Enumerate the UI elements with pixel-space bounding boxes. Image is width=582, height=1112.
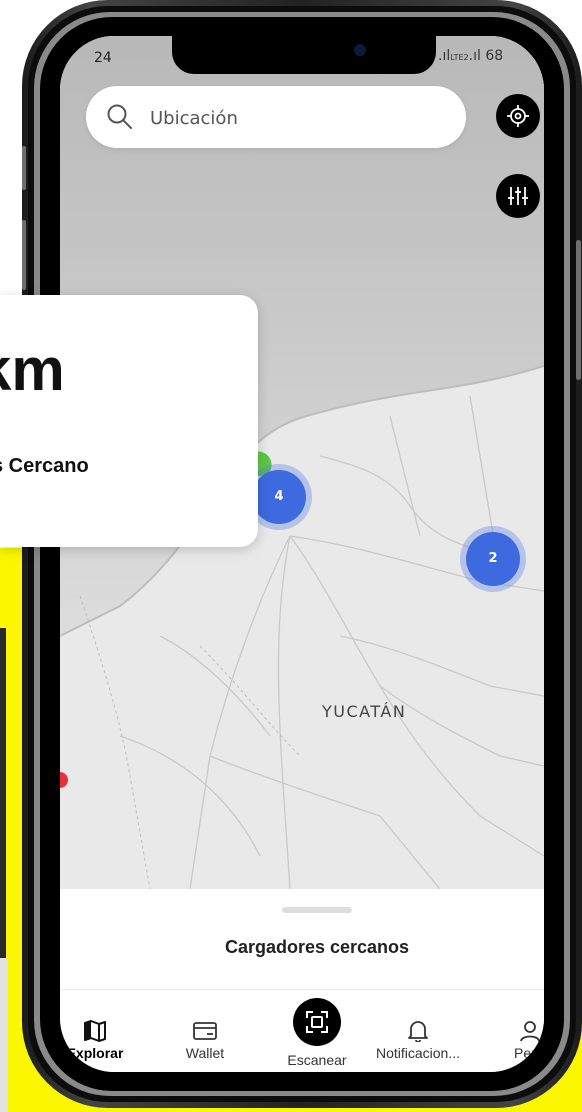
sheet-title: Cargadores cercanos xyxy=(224,937,410,957)
scan-icon xyxy=(306,1011,328,1033)
tab-notificaciones[interactable]: Notificacion... xyxy=(366,1020,470,1061)
my-location-button[interactable] xyxy=(496,94,540,138)
phone-notch xyxy=(172,36,436,74)
background-device-base xyxy=(0,958,8,1112)
location-search-bar[interactable] xyxy=(86,86,466,148)
distance-value: km xyxy=(0,336,65,403)
status-time: 24 xyxy=(94,50,112,66)
location-search-input[interactable] xyxy=(148,102,452,134)
tab-explorar[interactable]: Explorar xyxy=(62,1020,128,1061)
map-icon xyxy=(84,1020,106,1042)
bottom-tab-bar: Explorar Wallet Escanear Notificacion...… xyxy=(60,989,544,1072)
tab-label: Perfil xyxy=(514,1045,544,1061)
sliders-icon xyxy=(508,187,528,205)
background-device-edge xyxy=(0,628,6,958)
charger-cluster[interactable]: 2 xyxy=(460,526,526,592)
cluster-count: 4 xyxy=(252,470,306,524)
wallet-icon xyxy=(193,1022,217,1040)
tab-label: Notificacion... xyxy=(375,1045,461,1061)
map-region-label: YUCATÁN xyxy=(322,702,407,721)
cluster-count: 2 xyxy=(466,532,520,586)
volume-up-button xyxy=(22,220,26,290)
bell-icon xyxy=(408,1021,428,1042)
search-icon xyxy=(107,104,132,129)
crosshair-icon xyxy=(507,105,529,127)
sheet-drag-handle[interactable] xyxy=(282,907,352,913)
tab-escanear[interactable]: Escanear xyxy=(274,998,360,1068)
filter-button[interactable] xyxy=(496,174,540,218)
user-icon xyxy=(520,1021,540,1042)
nearby-chargers-sheet[interactable]: Cargadores cercanos xyxy=(60,889,544,989)
signal-icon: .ıl xyxy=(468,48,486,64)
scan-button[interactable] xyxy=(293,998,341,1046)
tab-perfil[interactable]: Perfil xyxy=(500,1020,544,1061)
tab-wallet[interactable]: Wallet xyxy=(172,1020,238,1061)
status-battery: .ılLTE2.ıl 68 xyxy=(438,48,504,64)
power-button xyxy=(576,240,581,380)
signal-icon: .ıl xyxy=(438,48,451,64)
lte-icon: LTE2 xyxy=(450,53,469,62)
nearest-charger-card: km s Cercano xyxy=(0,295,258,547)
app-screen: 4 2 YUCATÁN 24 .ılLTE2.ıl 68 Ubicación C… xyxy=(60,36,544,1072)
tab-label: Wallet xyxy=(185,1045,225,1061)
tab-label: Explorar xyxy=(66,1045,124,1061)
front-camera xyxy=(354,44,366,56)
tab-label: Escanear xyxy=(287,1052,347,1068)
nearest-label: s Cercano xyxy=(0,455,89,477)
mute-switch xyxy=(22,146,26,190)
